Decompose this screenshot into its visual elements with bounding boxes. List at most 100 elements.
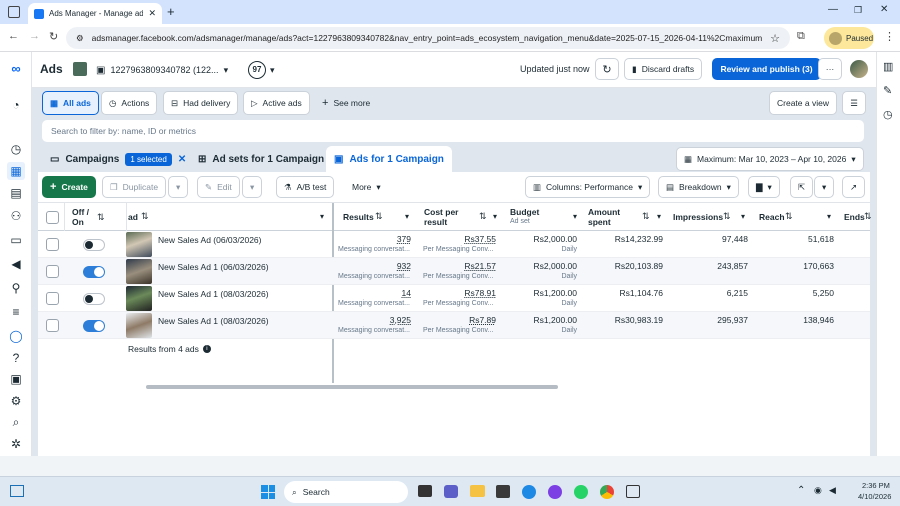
forward-icon[interactable]: →: [29, 30, 40, 42]
ab-test-button[interactable]: ⚗ A/B test: [276, 176, 335, 198]
meta-ai-icon[interactable]: ◯: [7, 327, 25, 345]
bookmark-star-icon[interactable]: ☆: [770, 32, 780, 45]
clock-date[interactable]: 4/10/2026: [858, 492, 891, 501]
impressions-header[interactable]: Impressions: [673, 212, 723, 222]
results-value[interactable]: 379: [397, 234, 411, 244]
events-manager-icon[interactable]: ⚲: [7, 279, 25, 297]
breakdown-button[interactable]: ▤ Breakdown ▾: [658, 176, 739, 198]
browser-menu-icon[interactable]: ⋮: [884, 30, 895, 43]
all-ads-filter[interactable]: ▦ All ads: [42, 91, 99, 115]
results-value[interactable]: 932: [397, 261, 411, 271]
results-value[interactable]: 14: [402, 288, 411, 298]
notifications-icon[interactable]: ◔: [7, 96, 25, 114]
had-delivery-filter[interactable]: ⊟ Had delivery: [163, 91, 239, 115]
reports-icon[interactable]: ▣: [7, 370, 25, 388]
store-icon[interactable]: [496, 485, 510, 498]
extensions-icon[interactable]: ⧉: [797, 30, 805, 43]
sort-icon[interactable]: ⇅: [479, 211, 487, 222]
chevron-down-icon[interactable]: ▾: [320, 212, 324, 221]
whatsapp-icon[interactable]: [574, 485, 588, 499]
budget-value[interactable]: Rs2,000.00: [534, 234, 577, 244]
date-range-picker[interactable]: ▦ Maximum: Mar 10, 2023 – Apr 10, 2026 ▾: [676, 147, 864, 171]
bug-report-icon[interactable]: ✲: [7, 435, 25, 453]
budget-value[interactable]: Rs1,200.00: [534, 288, 577, 298]
tab-ads[interactable]: ▣ Ads for 1 Campaign: [326, 146, 452, 172]
row-checkbox[interactable]: [46, 238, 59, 251]
site-info-icon[interactable]: ⚙: [76, 33, 84, 44]
cpr-value[interactable]: Rs78.91: [464, 288, 496, 298]
table-row[interactable]: New Sales Ad 1 (08/03/2026) 3,925 Messag…: [38, 312, 870, 339]
review-and-publish-button[interactable]: Review and publish (3): [712, 58, 821, 80]
account-selector[interactable]: ▣ 1227963809340782 (122... ▾: [96, 59, 228, 81]
row-checkbox[interactable]: [46, 265, 59, 278]
horizontal-scrollbar[interactable]: [146, 385, 558, 389]
clear-selection-icon[interactable]: ✕: [178, 154, 186, 165]
see-more-button[interactable]: + See more: [322, 97, 370, 109]
reload-icon[interactable]: ↻: [49, 30, 58, 43]
notifications-selector[interactable]: 97 ▾: [248, 59, 275, 81]
edit-dropdown[interactable]: ▾: [242, 176, 263, 198]
all-tools-icon[interactable]: ≡: [7, 303, 25, 321]
ad-name-header[interactable]: ad: [128, 212, 138, 222]
chevron-down-icon[interactable]: ▾: [573, 212, 577, 221]
search-icon[interactable]: ⌕: [7, 413, 25, 431]
task-view-icon[interactable]: [418, 485, 432, 497]
view-settings-button[interactable]: ☰: [842, 91, 866, 115]
cpr-value[interactable]: Rs21.57: [464, 261, 496, 271]
reports-dropdown[interactable]: ▇ ▾: [748, 176, 780, 198]
snipping-tool-icon[interactable]: [626, 485, 640, 498]
edit-pencil-icon[interactable]: ✎: [883, 84, 892, 97]
clock-time[interactable]: 2:36 PM: [862, 481, 890, 490]
tab-campaigns[interactable]: ▭ Campaigns 1 selected ✕: [42, 146, 195, 172]
sort-icon[interactable]: ⇅: [723, 211, 731, 222]
close-tab-icon[interactable]: ✕: [148, 8, 156, 19]
edge-icon[interactable]: [522, 485, 536, 499]
chevron-down-icon[interactable]: ▾: [741, 212, 745, 221]
row-checkbox[interactable]: [46, 319, 59, 332]
amount-spent-header[interactable]: Amount spent: [588, 207, 628, 227]
ad-name[interactable]: New Sales Ad 1 (08/03/2026): [158, 316, 269, 326]
ad-name[interactable]: New Sales Ad 1 (08/03/2026): [158, 289, 269, 299]
discard-drafts-button[interactable]: ▮ Discard drafts: [624, 58, 703, 80]
sort-icon[interactable]: ⇅: [642, 211, 650, 222]
sort-icon[interactable]: ⇅: [785, 211, 793, 222]
close-window-icon[interactable]: ✕: [880, 4, 888, 15]
table-row[interactable]: New Sales Ad (06/03/2026) 379 Messaging …: [38, 231, 870, 258]
start-icon[interactable]: [261, 485, 275, 499]
ad-name[interactable]: New Sales Ad 1 (06/03/2026): [158, 262, 269, 272]
search-input[interactable]: Search to filter by: name, ID or metrics: [42, 120, 864, 142]
ad-accounts-icon[interactable]: ▤: [7, 184, 25, 202]
budget-value[interactable]: Rs2,000.00: [534, 261, 577, 271]
ends-header[interactable]: Ends: [844, 212, 865, 222]
ad-toggle[interactable]: [83, 266, 105, 278]
taskbar-search[interactable]: ⌕ Search: [284, 481, 408, 503]
chevron-down-icon[interactable]: ▾: [493, 212, 497, 221]
table-row[interactable]: New Sales Ad 1 (08/03/2026) 14 Messaging…: [38, 285, 870, 312]
browser-tab[interactable]: Ads Manager - Manage ads - C ✕: [28, 3, 162, 24]
actions-filter[interactable]: ◷ Actions: [101, 91, 158, 115]
more-button[interactable]: More ▾: [344, 176, 389, 198]
sort-icon[interactable]: ⇅: [375, 211, 383, 222]
select-all-checkbox[interactable]: [46, 211, 59, 224]
ad-toggle[interactable]: [83, 239, 105, 251]
meta-logo-icon[interactable]: ∞: [7, 60, 25, 78]
sort-icon[interactable]: ⇅: [97, 212, 105, 223]
minimize-icon[interactable]: —: [828, 4, 838, 15]
new-tab-icon[interactable]: +: [167, 4, 175, 19]
audiences-icon[interactable]: ⚇: [7, 207, 25, 225]
row-checkbox[interactable]: [46, 292, 59, 305]
help-icon[interactable]: ?: [7, 349, 25, 367]
profile-paused-button[interactable]: Paused: [824, 27, 874, 49]
duplicate-dropdown[interactable]: ▾: [168, 176, 189, 198]
widgets-icon[interactable]: [10, 485, 24, 497]
messenger-icon[interactable]: [548, 485, 562, 499]
address-bar[interactable]: ⚙ adsmanager.facebook.com/adsmanager/man…: [66, 27, 790, 49]
duplicate-button[interactable]: ❐ Duplicate: [102, 176, 167, 198]
sort-icon[interactable]: ⇅: [864, 211, 872, 222]
campaigns-icon[interactable]: ▦: [7, 162, 25, 180]
info-icon[interactable]: i: [202, 345, 211, 353]
cpr-value[interactable]: Rs37.55: [464, 234, 496, 244]
charts-icon[interactable]: ▥: [883, 60, 893, 73]
budget-value[interactable]: Rs1,200.00: [534, 315, 577, 325]
volume-icon[interactable]: ◀: [829, 485, 836, 496]
